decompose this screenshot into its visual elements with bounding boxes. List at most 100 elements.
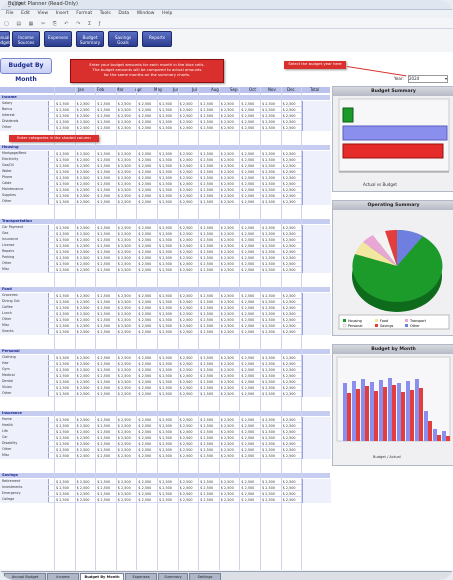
budget-cell[interactable]: $ 2,500 — [138, 486, 151, 490]
budget-cell[interactable]: $ 2,500 — [77, 262, 90, 266]
budget-cell[interactable]: $ 2,500 — [241, 454, 254, 458]
budget-cell[interactable]: $ 2,500 — [138, 170, 151, 174]
budget-cell[interactable]: $ 2,500 — [241, 498, 254, 502]
budget-cell[interactable]: $ 2,500 — [262, 386, 275, 390]
budget-cell[interactable]: $ 2,500 — [180, 454, 193, 458]
budget-cell[interactable]: $ 2,500 — [56, 114, 69, 118]
budget-cell[interactable]: $ 2,500 — [262, 374, 275, 378]
budget-cell[interactable]: $ 2,500 — [138, 102, 151, 106]
budget-cell[interactable]: $ 2,500 — [180, 108, 193, 112]
budget-cell[interactable]: $ 2,500 — [77, 200, 90, 204]
budget-cell[interactable]: $ 2,500 — [97, 194, 110, 198]
budget-cell[interactable]: $ 2,500 — [180, 430, 193, 434]
budget-cell[interactable]: $ 2,500 — [241, 126, 254, 130]
budget-cell[interactable]: $ 2,500 — [262, 232, 275, 236]
budget-cell[interactable]: $ 2,500 — [180, 114, 193, 118]
budget-cell[interactable]: $ 2,500 — [56, 158, 69, 162]
budget-cell[interactable]: $ 2,500 — [138, 268, 151, 272]
budget-cell[interactable]: $ 2,500 — [138, 294, 151, 298]
budget-cell[interactable]: $ 2,500 — [159, 268, 172, 272]
budget-cell[interactable]: $ 2,500 — [138, 232, 151, 236]
budget-cell[interactable]: $ 2,500 — [118, 188, 131, 192]
budget-cell[interactable]: $ 2,500 — [262, 356, 275, 360]
budget-cell[interactable]: $ 2,500 — [118, 152, 131, 156]
budget-cell[interactable]: $ 2,500 — [241, 374, 254, 378]
budget-cell[interactable]: $ 2,500 — [97, 232, 110, 236]
budget-cell[interactable]: $ 2,500 — [56, 294, 69, 298]
budget-cell[interactable]: $ 2,500 — [283, 486, 296, 490]
budget-cell[interactable]: $ 2,500 — [262, 256, 275, 260]
row-label[interactable]: Mortgage/Rent — [2, 151, 26, 155]
budget-cell[interactable]: $ 2,500 — [262, 188, 275, 192]
budget-cell[interactable]: $ 2,500 — [262, 194, 275, 198]
budget-cell[interactable]: $ 2,500 — [77, 380, 90, 384]
budget-cell[interactable]: $ 2,500 — [77, 454, 90, 458]
budget-cell[interactable]: $ 2,500 — [118, 114, 131, 118]
budget-cell[interactable]: $ 2,500 — [200, 424, 213, 428]
budget-cell[interactable]: $ 2,500 — [180, 194, 193, 198]
budget-cell[interactable]: $ 2,500 — [138, 126, 151, 130]
budget-cell[interactable]: $ 2,500 — [180, 250, 193, 254]
budget-cell[interactable]: $ 2,500 — [77, 368, 90, 372]
budget-cell[interactable]: $ 2,500 — [241, 164, 254, 168]
budget-cell[interactable]: $ 2,500 — [262, 380, 275, 384]
budget-cell[interactable]: $ 2,500 — [159, 294, 172, 298]
budget-cell[interactable]: $ 2,500 — [77, 256, 90, 260]
budget-cell[interactable]: $ 2,500 — [241, 226, 254, 230]
row-label[interactable]: Maintenance — [2, 187, 23, 191]
budget-cell[interactable]: $ 2,500 — [77, 170, 90, 174]
budget-cell[interactable]: $ 2,500 — [77, 300, 90, 304]
budget-cell[interactable]: $ 2,500 — [138, 158, 151, 162]
budget-cell[interactable]: $ 2,500 — [97, 126, 110, 130]
budget-cell[interactable]: $ 2,500 — [138, 418, 151, 422]
budget-cell[interactable]: $ 2,500 — [241, 448, 254, 452]
budget-cell[interactable]: $ 2,500 — [56, 418, 69, 422]
budget-cell[interactable]: $ 2,500 — [118, 436, 131, 440]
budget-cell[interactable]: $ 2,500 — [200, 324, 213, 328]
budget-cell[interactable]: $ 2,500 — [221, 114, 234, 118]
budget-cell[interactable]: $ 2,500 — [180, 102, 193, 106]
row-label[interactable]: Gas — [2, 231, 8, 235]
budget-cell[interactable]: $ 2,500 — [180, 392, 193, 396]
budget-cell[interactable]: $ 2,500 — [159, 330, 172, 334]
budget-cell[interactable]: $ 2,500 — [77, 392, 90, 396]
budget-cell[interactable]: $ 2,500 — [221, 356, 234, 360]
budget-cell[interactable]: $ 2,500 — [200, 374, 213, 378]
budget-cell[interactable]: $ 2,500 — [221, 430, 234, 434]
budget-cell[interactable]: $ 2,500 — [221, 158, 234, 162]
budget-cell[interactable]: $ 2,500 — [56, 480, 69, 484]
budget-cell[interactable]: $ 2,500 — [221, 170, 234, 174]
budget-cell[interactable]: $ 2,500 — [283, 226, 296, 230]
budget-cell[interactable]: $ 2,500 — [200, 226, 213, 230]
budget-cell[interactable]: $ 2,500 — [118, 164, 131, 168]
budget-cell[interactable]: $ 2,500 — [138, 226, 151, 230]
budget-cell[interactable]: $ 2,500 — [138, 188, 151, 192]
row-label[interactable]: Coffee — [2, 305, 13, 309]
budget-cell[interactable]: $ 2,500 — [56, 194, 69, 198]
budget-cell[interactable]: $ 2,500 — [77, 152, 90, 156]
budget-cell[interactable]: $ 2,500 — [180, 188, 193, 192]
budget-cell[interactable]: $ 2,500 — [159, 152, 172, 156]
budget-cell[interactable]: $ 2,500 — [200, 238, 213, 242]
budget-cell[interactable]: $ 2,500 — [283, 436, 296, 440]
budget-cell[interactable]: $ 2,500 — [262, 182, 275, 186]
budget-cell[interactable]: $ 2,500 — [77, 330, 90, 334]
budget-cell[interactable]: $ 2,500 — [77, 312, 90, 316]
budget-cell[interactable]: $ 2,500 — [159, 158, 172, 162]
budget-cell[interactable]: $ 2,500 — [180, 492, 193, 496]
budget-cell[interactable]: $ 2,500 — [241, 330, 254, 334]
budget-cell[interactable]: $ 2,500 — [56, 386, 69, 390]
budget-cell[interactable]: $ 2,500 — [180, 158, 193, 162]
budget-cell[interactable]: $ 2,500 — [118, 380, 131, 384]
budget-cell[interactable]: $ 2,500 — [118, 374, 131, 378]
budget-cell[interactable]: $ 2,500 — [56, 486, 69, 490]
budget-cell[interactable]: $ 2,500 — [97, 158, 110, 162]
budget-cell[interactable]: $ 2,500 — [283, 380, 296, 384]
budget-cell[interactable]: $ 2,500 — [180, 152, 193, 156]
budget-cell[interactable]: $ 2,500 — [138, 200, 151, 204]
budget-cell[interactable]: $ 2,500 — [262, 244, 275, 248]
budget-cell[interactable]: $ 2,500 — [159, 238, 172, 242]
budget-cell[interactable]: $ 2,500 — [221, 294, 234, 298]
budget-cell[interactable]: $ 2,500 — [200, 114, 213, 118]
budget-cell[interactable]: $ 2,500 — [180, 436, 193, 440]
